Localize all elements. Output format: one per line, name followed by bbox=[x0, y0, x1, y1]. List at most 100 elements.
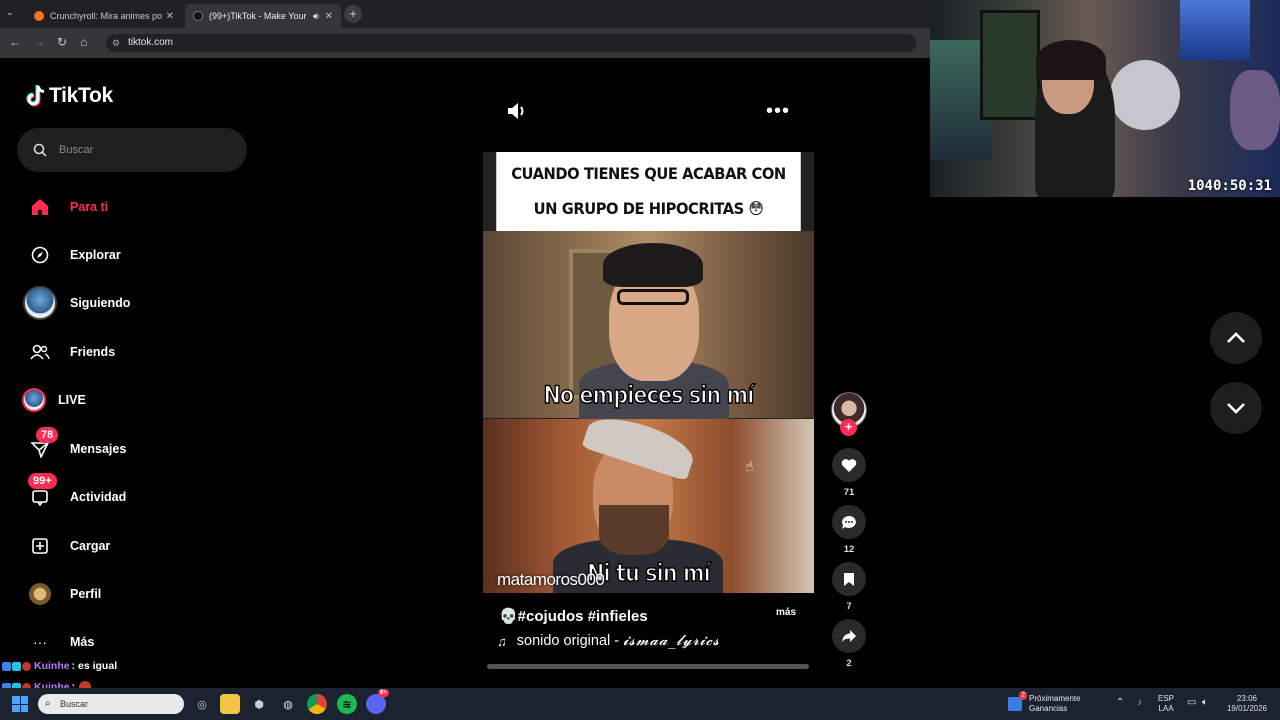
volume-button[interactable] bbox=[506, 100, 528, 127]
overwatch-icon[interactable]: ◍ bbox=[278, 694, 298, 714]
file-explorer-icon[interactable] bbox=[220, 694, 240, 714]
music-info[interactable]: ♫ sonido original - 𝓲𝓼𝓶𝓪𝓪_𝓵𝔂𝓻𝓲𝓬𝓼 bbox=[497, 633, 720, 649]
video-progress-bar[interactable] bbox=[487, 664, 809, 669]
chrome-icon[interactable] bbox=[307, 694, 327, 714]
sidebar-item-label: Siguiendo bbox=[70, 296, 131, 310]
messages-badge: 78 bbox=[36, 427, 59, 443]
glasses bbox=[617, 289, 689, 305]
app-icon[interactable]: ⬢ bbox=[249, 694, 269, 714]
like-button[interactable] bbox=[832, 448, 866, 482]
sidebar-item-para-ti[interactable]: Para ti bbox=[22, 189, 252, 225]
back-arrow-icon[interactable]: ← bbox=[9, 35, 21, 49]
meme-panel-top: No empieces sin mí bbox=[483, 231, 814, 421]
next-video-button[interactable] bbox=[1210, 382, 1262, 434]
speaker-icon bbox=[508, 103, 524, 119]
music-note-icon: ♫ bbox=[497, 633, 507, 649]
sidebar-item-cargar[interactable]: Cargar bbox=[22, 528, 252, 564]
widget-badge: 2 bbox=[1019, 691, 1027, 700]
clock[interactable]: 23:06 19/01/2026 bbox=[1222, 694, 1272, 714]
chat-message: Kuinhe : es igual bbox=[2, 660, 117, 672]
clock-time: 23:06 bbox=[1236, 694, 1258, 703]
tiktok-logo[interactable]: TikTok bbox=[26, 84, 113, 108]
video-description[interactable]: 💀#cojudos #infieles bbox=[499, 607, 648, 625]
logo-text: TikTok bbox=[49, 84, 113, 107]
tab-search-button[interactable]: ⌄ bbox=[6, 7, 14, 18]
home-icon[interactable]: ⌂ bbox=[80, 35, 87, 49]
profile-avatar bbox=[22, 576, 58, 612]
share-count: 2 bbox=[846, 658, 852, 669]
widget-line2: Ganancias bbox=[1029, 704, 1068, 713]
meme-panel-bottom: Ni tu sin mí bbox=[483, 408, 814, 593]
volume-icon[interactable]: 🔈︎ bbox=[1202, 698, 1208, 708]
url-field[interactable]: ⚙ tiktok.com bbox=[106, 34, 916, 52]
discord-icon[interactable]: 9+ bbox=[366, 689, 389, 714]
video-options-button[interactable]: ••• bbox=[766, 100, 790, 123]
address-bar-row: ← → ↻ ⌂ ⚙ tiktok.com bbox=[0, 28, 930, 58]
sidebar-item-mas[interactable]: ··· Más bbox=[22, 624, 252, 660]
forward-arrow-icon[interactable]: → bbox=[33, 35, 45, 49]
video-watermark: matamoros000 bbox=[497, 570, 605, 589]
tab-crunchyroll[interactable]: Crunchyroll: Mira animes popula ✕ bbox=[26, 4, 182, 28]
share-arrow-icon bbox=[842, 630, 856, 642]
more-button[interactable]: más bbox=[776, 607, 796, 618]
sidebar-item-label: Mensajes bbox=[70, 442, 127, 456]
sidebar-item-explorar[interactable]: Explorar bbox=[22, 237, 252, 273]
url-text: tiktok.com bbox=[128, 37, 174, 48]
share-button[interactable] bbox=[832, 619, 866, 653]
chevron-down-icon bbox=[1227, 403, 1245, 414]
discord-badge: 9+ bbox=[378, 689, 389, 697]
keyboard-layout: LAA bbox=[1158, 704, 1174, 713]
language-indicator[interactable]: ESP LAA bbox=[1158, 694, 1174, 714]
sidebar-item-mensajes[interactable]: 78 Mensajes bbox=[22, 427, 252, 467]
caption-line: UN GRUPO DE HIPOCRITAS 😳 bbox=[533, 199, 764, 218]
tray-chevron-up-icon[interactable]: ⌃ bbox=[1116, 698, 1124, 708]
sidebar-item-perfil[interactable]: Perfil bbox=[22, 576, 252, 612]
news-widget[interactable]: 2 Próximamente Ganancias bbox=[1008, 691, 1118, 716]
tab-tiktok[interactable]: (99+)TikTok - Make Your Da 🔊︎ ✕ bbox=[185, 4, 341, 28]
compass-icon bbox=[22, 237, 58, 273]
search-icon bbox=[33, 143, 47, 157]
search-icon: ⌕ bbox=[45, 698, 51, 709]
tab-close-icon[interactable]: ✕ bbox=[325, 11, 333, 22]
windows-start-icon[interactable] bbox=[12, 696, 28, 712]
tab-close-icon[interactable]: ✕ bbox=[166, 11, 174, 22]
widget-icon: 2 bbox=[1008, 691, 1027, 711]
tab-title: (99+)TikTok - Make Your Da bbox=[209, 11, 309, 21]
sidebar-item-actividad[interactable]: 99+ Actividad bbox=[22, 473, 252, 515]
network-icon[interactable]: ▭ bbox=[1187, 698, 1196, 708]
music-prefix: sonido original - bbox=[516, 633, 620, 649]
new-tab-button[interactable]: + bbox=[344, 5, 362, 23]
search-box[interactable] bbox=[17, 128, 247, 172]
hand-cursor-icon: ☝ bbox=[745, 458, 754, 474]
copilot-icon[interactable]: ◎ bbox=[192, 694, 212, 714]
crunchyroll-favicon-icon bbox=[34, 11, 44, 21]
audio-playing-icon[interactable]: 🔊︎ bbox=[313, 11, 319, 22]
microphone-icon[interactable]: ♪ bbox=[1137, 698, 1142, 708]
video-player[interactable]: CUANDO TIENES QUE ACABAR CON UN GRUPO DE… bbox=[483, 152, 814, 593]
taskbar-search[interactable]: ⌕ Buscar bbox=[38, 694, 184, 714]
inbox-icon: 78 bbox=[22, 427, 59, 467]
site-info-icon[interactable]: ⚙ bbox=[112, 34, 120, 52]
previous-video-button[interactable] bbox=[1210, 312, 1262, 364]
sidebar-item-live[interactable]: LIVE bbox=[22, 382, 252, 418]
heart-icon bbox=[841, 458, 857, 472]
search-input[interactable] bbox=[59, 144, 229, 156]
bookmark-icon bbox=[844, 572, 854, 586]
sidebar-item-label: Actividad bbox=[70, 490, 127, 504]
stained-window bbox=[1180, 0, 1250, 60]
meme-text-top: No empieces sin mí bbox=[543, 380, 755, 410]
home-icon bbox=[22, 189, 58, 225]
tiktok-favicon-icon bbox=[193, 11, 203, 21]
sidebar-item-friends[interactable]: Friends bbox=[22, 334, 252, 370]
comment-button[interactable] bbox=[832, 505, 866, 539]
bookmark-button[interactable] bbox=[832, 562, 866, 596]
chevron-up-icon bbox=[1227, 332, 1245, 343]
follow-button[interactable]: + bbox=[840, 419, 857, 436]
spotify-icon[interactable]: ≋ bbox=[337, 694, 357, 714]
sidebar-item-label: Más bbox=[70, 635, 95, 649]
reload-icon[interactable]: ↻ bbox=[57, 35, 67, 49]
comment-count: 12 bbox=[843, 544, 855, 555]
plush-toy bbox=[1110, 60, 1180, 130]
sidebar-item-siguiendo[interactable]: Siguiendo bbox=[22, 285, 252, 321]
more-icon: ··· bbox=[33, 634, 47, 650]
